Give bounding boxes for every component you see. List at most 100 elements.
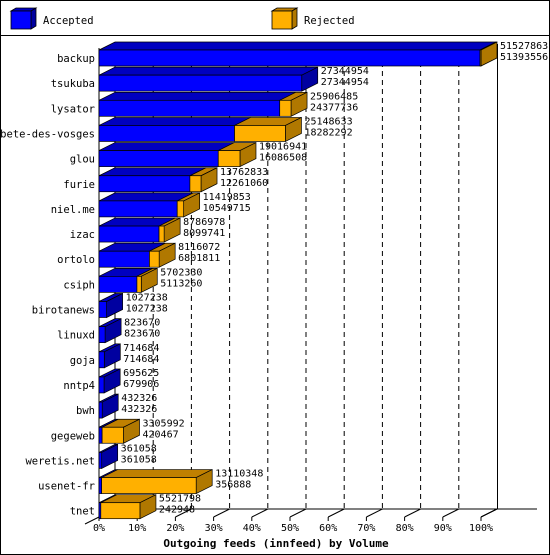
bar-rejected: [136, 276, 142, 293]
category-label: gegeweb: [51, 430, 95, 442]
value-label-total: 1027238: [126, 293, 168, 304]
x-tick-label: 10%: [128, 523, 146, 534]
bar-accepted: [98, 175, 191, 193]
legend-swatch-accepted: [10, 10, 32, 30]
floor-right-edge: [480, 508, 498, 518]
value-label-accepted: 10549715: [203, 203, 251, 214]
bar-rejected: [279, 99, 292, 117]
bar-accepted: [98, 326, 106, 343]
bar-accepted: [98, 225, 160, 243]
bar-group: [98, 242, 176, 268]
bar-group: [98, 116, 302, 143]
category-label: usenet-fr: [38, 481, 95, 493]
value-label-accepted: 420467: [143, 429, 179, 440]
bar-accepted: [98, 477, 102, 494]
value-label-accepted: 356888: [215, 480, 251, 491]
legend-swatch-accepted-side: [30, 7, 37, 30]
category-label: csiph: [63, 279, 95, 291]
value-label-accepted: 242948: [159, 505, 195, 516]
floor-gridline: [442, 508, 460, 518]
legend-entry-accepted: Accepted: [9, 7, 94, 30]
bar-accepted: [98, 426, 103, 444]
bar-rejected: [101, 426, 124, 444]
x-tick-label: 20%: [166, 523, 184, 534]
bar-accepted: [98, 250, 150, 268]
value-label-accepted: 5113260: [160, 278, 202, 289]
floor-gridline: [289, 508, 307, 518]
chart: Accepted Rejected backup tsukuba lysator be…: [1, 7, 549, 550]
bar-accepted-top: [98, 117, 251, 126]
category-label: lysator: [51, 103, 95, 115]
value-label-total: 695625: [123, 368, 159, 379]
value-label-total: 19016941: [259, 142, 307, 153]
x-tick-labels: 0% 10% 20% 30% 40% 50% 60% 70% 80% 90% 100%: [93, 523, 493, 534]
floor-gridline: [327, 508, 345, 518]
bar-group: [98, 192, 201, 218]
value-label-total: 51527863: [500, 41, 548, 52]
category-label: glou: [70, 154, 95, 166]
bar-group: [98, 418, 140, 444]
value-label-accepted: 12261060: [220, 178, 268, 189]
value-label-total: 27344954: [321, 66, 369, 77]
bar-rejected: [149, 250, 160, 268]
bar-accepted: [98, 301, 107, 318]
x-tick-label: 90%: [434, 523, 452, 534]
value-label-accepted: 432326: [121, 404, 157, 415]
bar-group: [98, 368, 121, 394]
bar-rejected: [189, 175, 202, 193]
bar-accepted-top: [98, 66, 318, 76]
value-label-total: 3305992: [143, 418, 185, 429]
category-label: nntp4: [63, 380, 95, 392]
bar-accepted: [98, 49, 481, 67]
bar-rejected: [217, 150, 241, 167]
category-label: furie: [63, 179, 95, 191]
x-tick-label: 100%: [469, 523, 493, 534]
floor-gridline: [366, 508, 383, 518]
bar-accepted: [98, 150, 219, 167]
bar-rejected: [100, 502, 141, 520]
bar-group: [98, 142, 257, 168]
bar-rejected: [479, 49, 482, 67]
bar-rejected: [176, 200, 185, 218]
bar-group: [98, 494, 157, 520]
value-label-accepted: 27344954: [321, 77, 369, 88]
bar-group: [98, 66, 319, 92]
legend-swatch-rejected-side: [291, 7, 298, 30]
x-tick-label: 0%: [93, 523, 105, 534]
category-label: tnet: [70, 506, 95, 518]
bar-group: [98, 267, 158, 293]
bar-rejected-top: [101, 469, 213, 478]
floor-gridline: [251, 508, 269, 518]
bar-group: [98, 292, 123, 319]
value-label-accepted: 18282292: [304, 127, 352, 138]
bar-accepted: [98, 99, 281, 117]
category-label: ortolo: [57, 254, 95, 266]
bar-accepted-top: [98, 142, 235, 151]
x-tick-label: 60%: [319, 523, 337, 534]
value-label-total: 8786978: [183, 217, 225, 228]
category-label: niel.me: [51, 204, 95, 216]
bar-accepted: [98, 351, 105, 369]
category-label: bwh: [76, 405, 95, 417]
bar-accepted: [98, 452, 103, 469]
value-label-total: 823670: [124, 318, 160, 329]
x-tick-label: 70%: [357, 523, 375, 534]
x-tick-label: 50%: [281, 523, 299, 534]
bar-rejected: [101, 477, 197, 494]
value-label-total: 8116072: [178, 242, 220, 253]
value-label-total: 361058: [121, 443, 157, 454]
value-label-total: 5702330: [160, 267, 202, 278]
value-label-accepted: 1027238: [126, 304, 168, 315]
category-label: backup: [57, 53, 95, 65]
bar-accepted-top: [98, 91, 296, 101]
bar-group: [98, 41, 498, 67]
floor-gridline: [213, 508, 230, 518]
category-label: linuxd: [57, 330, 95, 342]
x-tick-label: 30%: [205, 523, 223, 534]
value-label-total: 25906485: [310, 91, 358, 102]
legend-entry-rejected: Rejected: [270, 7, 355, 30]
legend: Accepted Rejected: [1, 7, 549, 36]
value-label-accepted: 16086508: [259, 153, 307, 164]
value-label-accepted: 714684: [123, 354, 159, 365]
value-label-total: 13762833: [220, 167, 268, 178]
